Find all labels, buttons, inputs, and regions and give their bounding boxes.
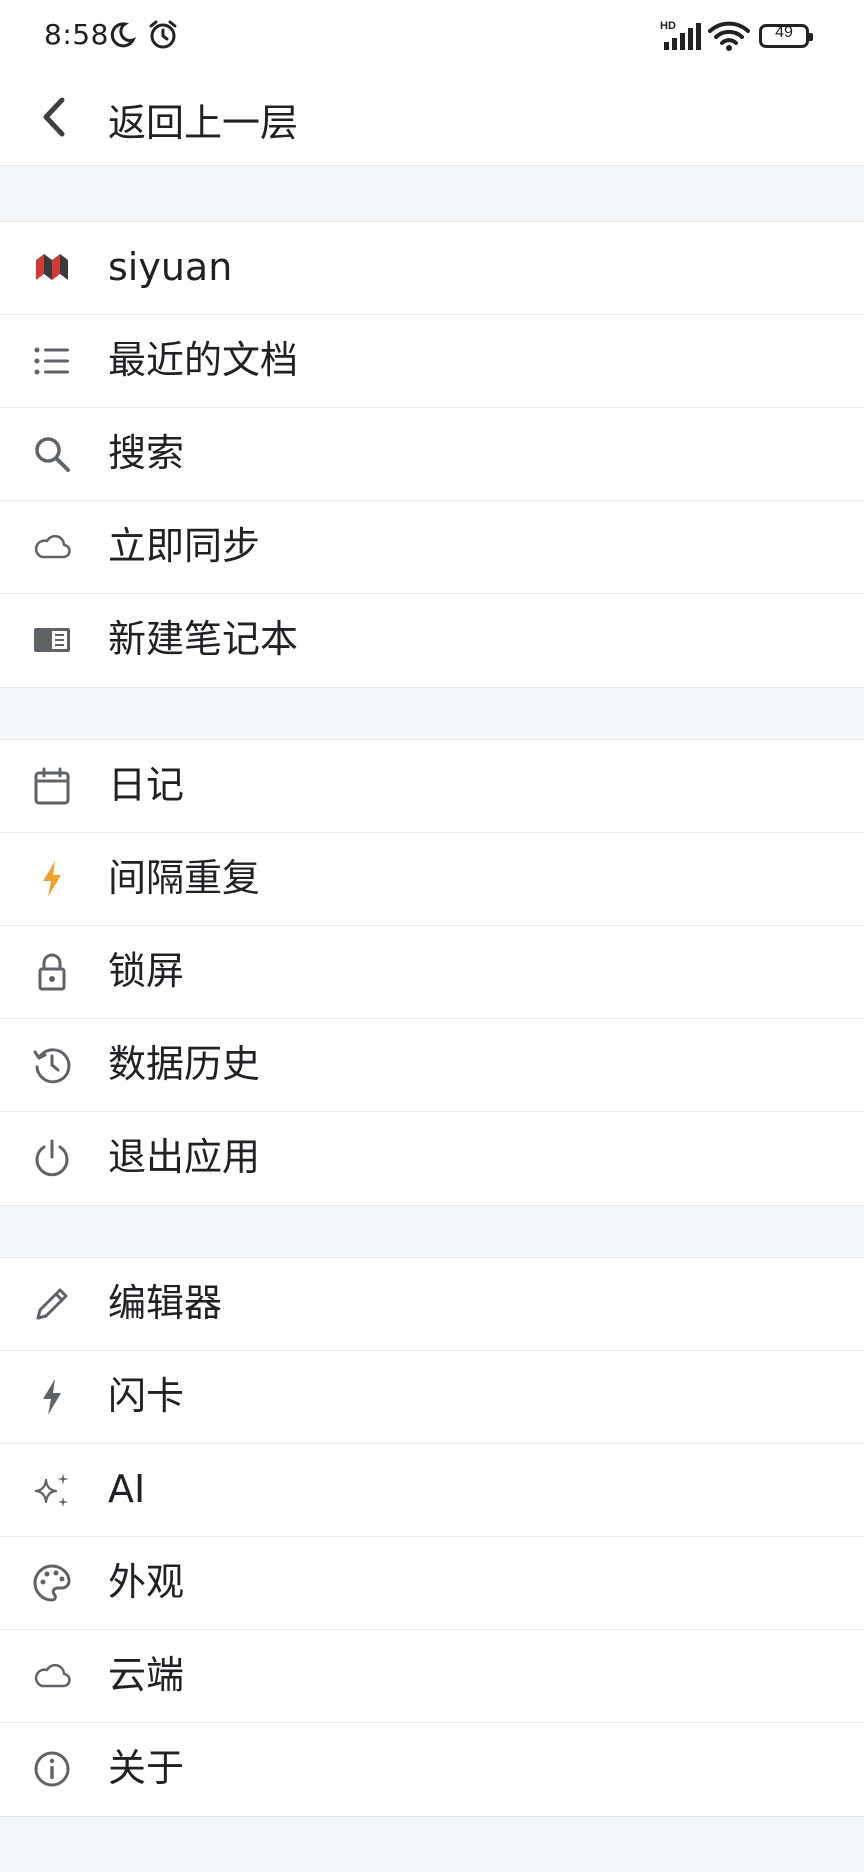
notebook-icon [34,628,70,652]
menu-item-label: 最近的文档 [108,338,299,382]
sparkle-icon [34,1473,69,1507]
menu-item-sync[interactable]: 立即同步 [0,501,864,594]
menu-item-label: 锁屏 [108,949,185,993]
menu-item-label: 日记 [108,763,185,807]
alarm-icon [149,20,177,49]
header: 返回上一层 [0,70,864,166]
menu-item-label: 新建笔记本 [108,617,299,661]
menu-item-label: 编辑器 [108,1281,223,1325]
moon-icon [110,22,136,48]
flash-icon [43,1379,61,1415]
menu-item-label: 闪卡 [108,1374,185,1418]
menu-item-flashcard[interactable]: 闪卡 [0,1351,864,1444]
power-icon [35,1139,69,1177]
history-icon [33,1048,71,1084]
menu-item-siyuan[interactable]: siyuan [0,222,864,315]
back-label[interactable]: 返回上一层 [108,92,298,147]
siyuan-logo-icon [36,254,68,280]
menu-item-ai[interactable]: AI [0,1444,864,1537]
status-time: 8:58 [44,18,109,51]
section-settings: 编辑器 闪卡 AI 外观 云端 关于 [0,1257,864,1817]
back-arrow-icon[interactable] [38,96,72,138]
menu-item-label: 立即同步 [108,524,261,568]
menu-item-exit-app[interactable]: 退出应用 [0,1112,864,1205]
menu-item-label: siyuan [108,245,233,289]
wifi-icon [708,21,750,51]
battery-level: 49 [775,24,793,41]
section-main: siyuan 最近的文档 搜索 立即同步 新建笔记本 [0,221,864,688]
menu-item-label: 间隔重复 [108,856,261,900]
battery-icon: 49 [759,24,813,48]
search-icon [35,437,70,472]
menu-item-label: 关于 [108,1746,185,1790]
menu-item-lock-screen[interactable]: 锁屏 [0,926,864,1019]
menu-item-label: 数据历史 [108,1042,261,1086]
menu-item-diary[interactable]: 日记 [0,740,864,833]
lightning-icon [43,861,61,897]
info-icon [34,1751,70,1787]
menu-item-appearance[interactable]: 外观 [0,1537,864,1630]
list-icon [34,347,69,375]
menu-item-label: 退出应用 [108,1135,261,1179]
screen: 8:58 HD 49 返回上一层 siyuan 最近的文档 搜索 立即同步 新建… [0,0,864,1872]
menu-item-data-history[interactable]: 数据历史 [0,1019,864,1112]
pencil-icon [36,1288,68,1320]
status-bar: 8:58 HD 49 [0,0,864,70]
signal-icon [664,23,701,50]
menu-item-label: 搜索 [108,431,185,475]
cloud-outline-icon [34,1663,71,1688]
menu-item-about[interactable]: 关于 [0,1723,864,1816]
lock-icon [38,953,66,991]
palette-icon [33,1564,71,1602]
menu-item-editor[interactable]: 编辑器 [0,1258,864,1351]
calendar-icon [34,767,70,805]
menu-item-search[interactable]: 搜索 [0,408,864,501]
menu-item-spaced-repetition[interactable]: 间隔重复 [0,833,864,926]
menu-item-new-notebook[interactable]: 新建笔记本 [0,594,864,687]
menu-item-recent-docs[interactable]: 最近的文档 [0,315,864,408]
menu-item-cloud[interactable]: 云端 [0,1630,864,1723]
section-tools: 日记 间隔重复 锁屏 数据历史 退出应用 [0,739,864,1206]
menu-item-label: AI [108,1467,146,1511]
cloud-icon [34,534,71,559]
menu-item-label: 云端 [108,1653,185,1697]
menu-item-label: 外观 [108,1560,185,1604]
